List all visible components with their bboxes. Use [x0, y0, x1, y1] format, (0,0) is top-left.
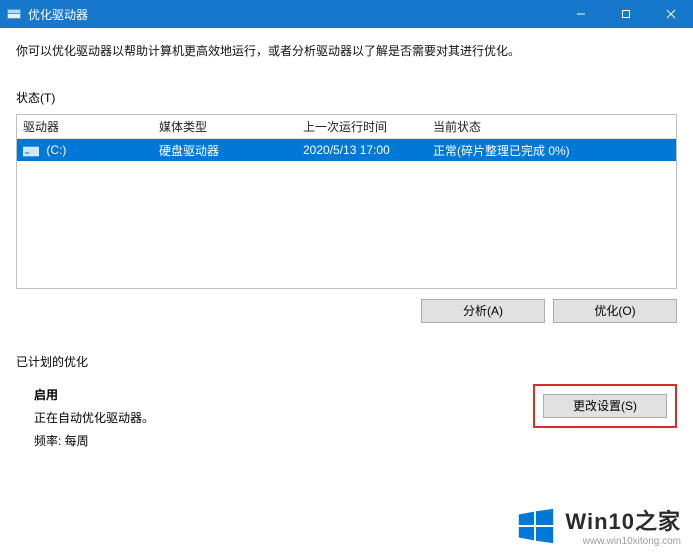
watermark-title: Win10之家: [565, 504, 681, 536]
content-area: 你可以优化驱动器以帮助计算机更高效地运行，或者分析驱动器以了解是否需要对其进行优…: [0, 28, 693, 555]
status-label: 状态(T): [16, 89, 677, 106]
col-lastrun[interactable]: 上一次运行时间: [297, 118, 427, 135]
scheduled-state: 启用: [34, 384, 154, 407]
scheduled-section: 已计划的优化 启用 正在自动优化驱动器。 频率: 每周 更改设置(S): [16, 353, 677, 452]
change-settings-button[interactable]: 更改设置(S): [543, 394, 667, 418]
scheduled-title: 已计划的优化: [16, 353, 677, 370]
cell-drive-text: (C:): [46, 143, 66, 157]
cell-lastrun: 2020/5/13 17:00: [297, 143, 427, 157]
table-header: 驱动器 媒体类型 上一次运行时间 当前状态: [17, 115, 676, 139]
watermark: Win10之家 www.win10xitong.com: [515, 504, 681, 547]
scheduled-line2: 频率: 每周: [34, 430, 154, 453]
windows-logo-icon: [515, 505, 557, 547]
window-title: 优化驱动器: [28, 6, 88, 23]
minimize-button[interactable]: [558, 0, 603, 28]
col-current[interactable]: 当前状态: [427, 118, 676, 135]
highlight-box: 更改设置(S): [533, 384, 677, 428]
optimize-button[interactable]: 优化(O): [553, 299, 677, 323]
drive-table: 驱动器 媒体类型 上一次运行时间 当前状态 (C:) 硬盘驱动器 2020/5/…: [16, 114, 677, 289]
cell-media: 硬盘驱动器: [153, 142, 297, 159]
scheduled-text: 启用 正在自动优化驱动器。 频率: 每周: [16, 384, 154, 452]
close-button[interactable]: [648, 0, 693, 28]
table-row[interactable]: (C:) 硬盘驱动器 2020/5/13 17:00 正常(碎片整理已完成 0%…: [17, 139, 676, 161]
drive-icon: [23, 145, 39, 157]
action-buttons: 分析(A) 优化(O): [16, 299, 677, 323]
col-drive[interactable]: 驱动器: [17, 118, 153, 135]
app-icon: [6, 6, 22, 22]
cell-drive: (C:): [17, 143, 153, 157]
description-text: 你可以优化驱动器以帮助计算机更高效地运行，或者分析驱动器以了解是否需要对其进行优…: [16, 42, 677, 59]
analyze-button[interactable]: 分析(A): [421, 299, 545, 323]
titlebar: 优化驱动器: [0, 0, 693, 28]
cell-current: 正常(碎片整理已完成 0%): [427, 142, 676, 159]
col-media[interactable]: 媒体类型: [153, 118, 297, 135]
maximize-button[interactable]: [603, 0, 648, 28]
watermark-sub: www.win10xitong.com: [565, 536, 681, 547]
scheduled-line1: 正在自动优化驱动器。: [34, 407, 154, 430]
